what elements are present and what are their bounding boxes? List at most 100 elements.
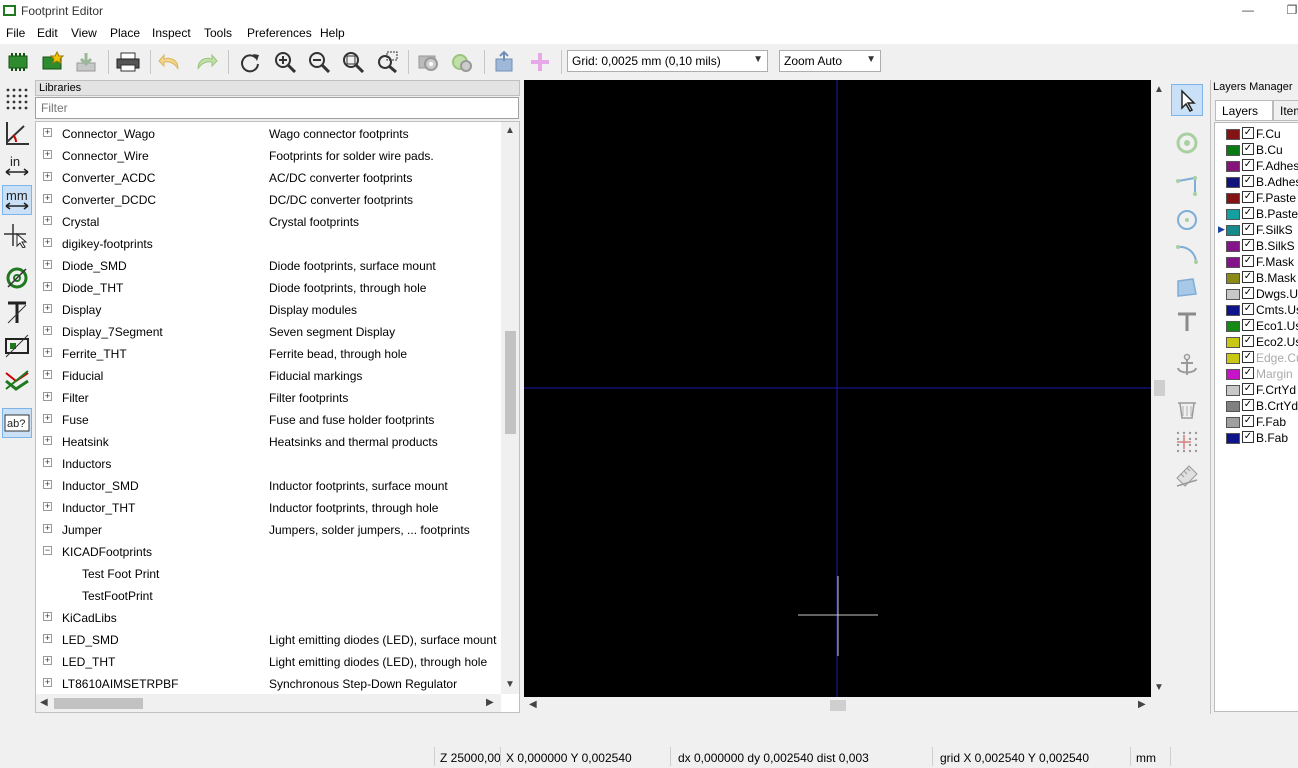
layer-visibility-checkbox[interactable]: ✓ [1242, 383, 1254, 395]
library-row[interactable]: + Converter_DCDC DC/DC converter footprint… [36, 189, 498, 211]
library-row[interactable]: + Display Display modules [36, 299, 498, 321]
minimize-button[interactable]: — [1236, 2, 1260, 18]
canvas-vertical-scrollbar[interactable]: ▲ ▼ [1151, 80, 1167, 697]
layer-visibility-checkbox[interactable]: ✓ [1242, 271, 1254, 283]
text-check-icon[interactable]: ab? [2, 408, 32, 438]
layer-visibility-checkbox[interactable]: ✓ [1242, 367, 1254, 379]
layer-visibility-checkbox[interactable]: ✓ [1242, 143, 1254, 155]
expand-icon[interactable]: + [43, 524, 52, 533]
layer-row[interactable]: ✓ B.Paste [1215, 206, 1298, 222]
layer-row[interactable]: ✓Dwgs.User [1215, 286, 1298, 302]
add-circle-icon[interactable] [1171, 204, 1203, 236]
load-footprint-icon[interactable] [72, 48, 100, 76]
layer-row[interactable]: ✓ F.Adhes [1215, 158, 1298, 174]
layer-row[interactable]: ▶ ✓ F.SilkS [1215, 222, 1298, 238]
restore-button[interactable]: ❐ [1280, 2, 1298, 18]
layer-row[interactable]: ✓ B.Fab [1215, 430, 1298, 446]
library-row[interactable]: + Inductors [36, 453, 498, 475]
expand-icon[interactable]: + [43, 678, 52, 687]
layer-color-swatch[interactable] [1226, 321, 1240, 332]
inch-units-icon[interactable]: in [2, 151, 32, 181]
polar-coords-icon[interactable] [2, 118, 32, 148]
canvas-hscroll-thumb[interactable] [830, 700, 846, 711]
filter-input[interactable] [41, 101, 518, 115]
anchor-cross-icon[interactable] [526, 48, 554, 76]
add-line-icon[interactable] [1171, 170, 1203, 202]
layer-row[interactable]: ✓ F.CrtYd [1215, 382, 1298, 398]
layer-visibility-checkbox[interactable]: ✓ [1242, 159, 1254, 171]
tree-hscroll-thumb[interactable] [54, 698, 143, 709]
expand-icon[interactable]: + [43, 172, 52, 181]
layer-row[interactable]: ✓ Margin [1215, 366, 1298, 382]
expand-icon[interactable]: + [43, 304, 52, 313]
scroll-down-icon[interactable]: ▼ [505, 679, 515, 690]
zoom-selection-icon[interactable] [373, 48, 401, 76]
scroll-up-icon[interactable]: ▲ [1154, 84, 1164, 95]
library-row[interactable]: + Fiducial Fiducial markings [36, 365, 498, 387]
pad-settings-icon[interactable] [448, 48, 476, 76]
print-icon[interactable] [114, 48, 142, 76]
add-polygon-icon[interactable] [1171, 272, 1203, 304]
library-row[interactable]: + Filter Filter footprints [36, 387, 498, 409]
text-sketch-icon[interactable] [2, 297, 32, 327]
layer-color-swatch[interactable] [1226, 193, 1240, 204]
expand-icon[interactable]: + [43, 480, 52, 489]
library-row[interactable]: + Heatsink Heatsinks and thermal products [36, 431, 498, 453]
layer-color-swatch[interactable] [1226, 417, 1240, 428]
layer-visibility-checkbox[interactable]: ✓ [1242, 207, 1254, 219]
layer-row[interactable]: ✓ B.SilkS [1215, 238, 1298, 254]
layer-row[interactable]: ✓ B.Cu [1215, 142, 1298, 158]
high-contrast-icon[interactable] [2, 365, 32, 395]
delete-icon[interactable] [1171, 392, 1203, 424]
tree-horizontal-scrollbar[interactable]: ◀ ▶ [36, 694, 501, 712]
canvas-vscroll-thumb[interactable] [1154, 380, 1165, 396]
tab-layers[interactable]: Layers [1215, 100, 1273, 121]
library-row[interactable]: + Inductor_SMD Inductor footprints, surfac… [36, 475, 498, 497]
library-row[interactable]: + Connector_Wire Footprints for solder wir… [36, 145, 498, 167]
layer-visibility-checkbox[interactable]: ✓ [1242, 175, 1254, 187]
library-row[interactable]: + Diode_THT Diode footprints, through hole [36, 277, 498, 299]
layer-color-swatch[interactable] [1226, 225, 1240, 236]
library-row[interactable]: + Crystal Crystal footprints [36, 211, 498, 233]
grid-origin-icon[interactable] [1171, 426, 1203, 458]
library-row[interactable]: + Connector_Wago Wago connector footprints [36, 123, 498, 145]
footprint-properties-icon[interactable] [414, 48, 442, 76]
expand-icon[interactable]: + [43, 150, 52, 159]
layer-row[interactable]: ✓Cmts.User [1215, 302, 1298, 318]
new-footprint-wizard-icon[interactable] [38, 48, 66, 76]
expand-icon[interactable]: + [43, 436, 52, 445]
layer-color-swatch[interactable] [1226, 177, 1240, 188]
cursor-shape-icon[interactable] [2, 220, 32, 250]
library-row[interactable]: + LED_SMD Light emitting diodes (LED), sur… [36, 629, 498, 651]
menu-tools[interactable]: Tools [204, 26, 232, 40]
layer-row[interactable]: ✓Eco1.User [1215, 318, 1298, 334]
menu-view[interactable]: View [71, 26, 97, 40]
library-row[interactable]: + Ferrite_THT Ferrite bead, through hole [36, 343, 498, 365]
layer-visibility-checkbox[interactable]: ✓ [1242, 127, 1254, 139]
menu-help[interactable]: Help [320, 26, 345, 40]
layer-visibility-checkbox[interactable]: ✓ [1242, 431, 1254, 443]
layer-color-swatch[interactable] [1226, 241, 1240, 252]
layer-color-swatch[interactable] [1226, 369, 1240, 380]
layer-color-swatch[interactable] [1226, 257, 1240, 268]
layer-visibility-checkbox[interactable]: ✓ [1242, 287, 1254, 299]
layer-color-swatch[interactable] [1226, 161, 1240, 172]
layer-row[interactable]: ✓ F.Fab [1215, 414, 1298, 430]
collapse-icon[interactable]: − [43, 546, 52, 555]
expand-icon[interactable]: + [43, 458, 52, 467]
layer-visibility-checkbox[interactable]: ✓ [1242, 415, 1254, 427]
footprint-item[interactable]: TestFootPrint [36, 585, 498, 607]
expand-icon[interactable]: + [43, 656, 52, 665]
layer-row[interactable]: ✓ B.CrtYd [1215, 398, 1298, 414]
layer-visibility-checkbox[interactable]: ✓ [1242, 303, 1254, 315]
menu-preferences[interactable]: Preferences [247, 26, 312, 40]
library-row[interactable]: + Converter_ACDC AC/DC converter footprint… [36, 167, 498, 189]
layer-row[interactable]: ✓Edge.Cuts [1215, 350, 1298, 366]
layer-color-swatch[interactable] [1226, 273, 1240, 284]
layer-visibility-checkbox[interactable]: ✓ [1242, 191, 1254, 203]
zoom-select[interactable]: Zoom Auto ▼ [779, 50, 881, 72]
scroll-right-icon[interactable]: ▶ [486, 697, 494, 708]
mm-units-icon[interactable]: mm [2, 185, 32, 215]
library-row[interactable]: + LED_THT Light emitting diodes (LED), thr… [36, 651, 498, 673]
layer-visibility-checkbox[interactable]: ✓ [1242, 399, 1254, 411]
